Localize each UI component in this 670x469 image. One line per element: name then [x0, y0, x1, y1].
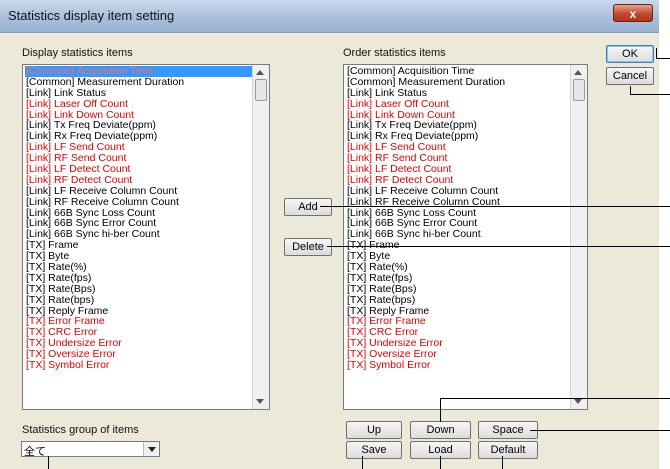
callout-down-tick: [440, 398, 441, 422]
group-select-value: 全て: [24, 446, 46, 458]
scroll-thumb[interactable]: [573, 79, 585, 101]
scroll-up-icon[interactable]: [574, 70, 582, 75]
list-item[interactable]: [Link] Laser Off Count: [25, 98, 252, 110]
display-scrollbar[interactable]: [252, 65, 269, 409]
order-statistics-list[interactable]: [Common] Acquisition Time [Common] Measur…: [343, 64, 588, 410]
order-list-label: Order statistics items: [343, 47, 446, 59]
display-list-label: Display statistics items: [22, 47, 133, 59]
callout-ok-tick: [656, 48, 657, 59]
list-item[interactable]: [Link] RF Receive Column Count: [25, 196, 252, 208]
display-statistics-list[interactable]: [Common] Acquisition Time [Common] Measur…: [22, 64, 270, 410]
list-item[interactable]: [TX] Symbol Error: [346, 360, 570, 371]
chevron-down-icon: [148, 447, 156, 452]
group-select-dropdown[interactable]: [143, 442, 159, 456]
space-button[interactable]: Space: [478, 421, 538, 439]
callout-down-line: [440, 398, 670, 399]
save-button[interactable]: Save: [346, 441, 402, 459]
order-items: [Common] Acquisition Time [Common] Measur…: [346, 66, 570, 371]
callout-default-tick: [502, 456, 503, 469]
ok-button[interactable]: OK: [606, 45, 654, 63]
window-title: Statistics display item setting: [8, 8, 175, 23]
up-button[interactable]: Up: [346, 421, 402, 439]
group-label: Statistics group of items: [22, 424, 139, 436]
scroll-down-icon[interactable]: [256, 399, 264, 404]
add-button[interactable]: Add: [284, 198, 332, 216]
cancel-button[interactable]: Cancel: [606, 67, 654, 85]
callout-save-tick: [362, 456, 363, 469]
order-scrollbar[interactable]: [570, 65, 587, 409]
callout-ok-line: [656, 58, 670, 59]
delete-button[interactable]: Delete: [284, 238, 332, 256]
callout-delete-line: [327, 246, 670, 247]
display-items: [Common] Acquisition Time [Common] Measur…: [25, 66, 252, 371]
callout-space-line: [530, 430, 670, 431]
callout-combo-tick: [48, 456, 49, 469]
down-button[interactable]: Down: [410, 421, 471, 439]
scroll-thumb[interactable]: [255, 79, 267, 101]
close-button[interactable]: x: [613, 4, 653, 22]
list-item[interactable]: [TX] Symbol Error: [25, 360, 252, 371]
callout-add-line: [320, 206, 670, 207]
scroll-up-icon[interactable]: [256, 70, 264, 75]
list-item[interactable]: [Link] Laser Off Count: [346, 98, 570, 110]
callout-cancel-line: [630, 94, 670, 95]
title-bar: Statistics display item setting x: [0, 0, 659, 33]
callout-load-tick: [440, 456, 441, 469]
default-button[interactable]: Default: [478, 441, 538, 459]
list-item[interactable]: [TX] Rate(bps): [346, 294, 570, 306]
list-item[interactable]: [TX] Rate(bps): [25, 294, 252, 306]
scroll-down-icon[interactable]: [574, 399, 582, 404]
group-select[interactable]: 全て: [21, 441, 160, 458]
